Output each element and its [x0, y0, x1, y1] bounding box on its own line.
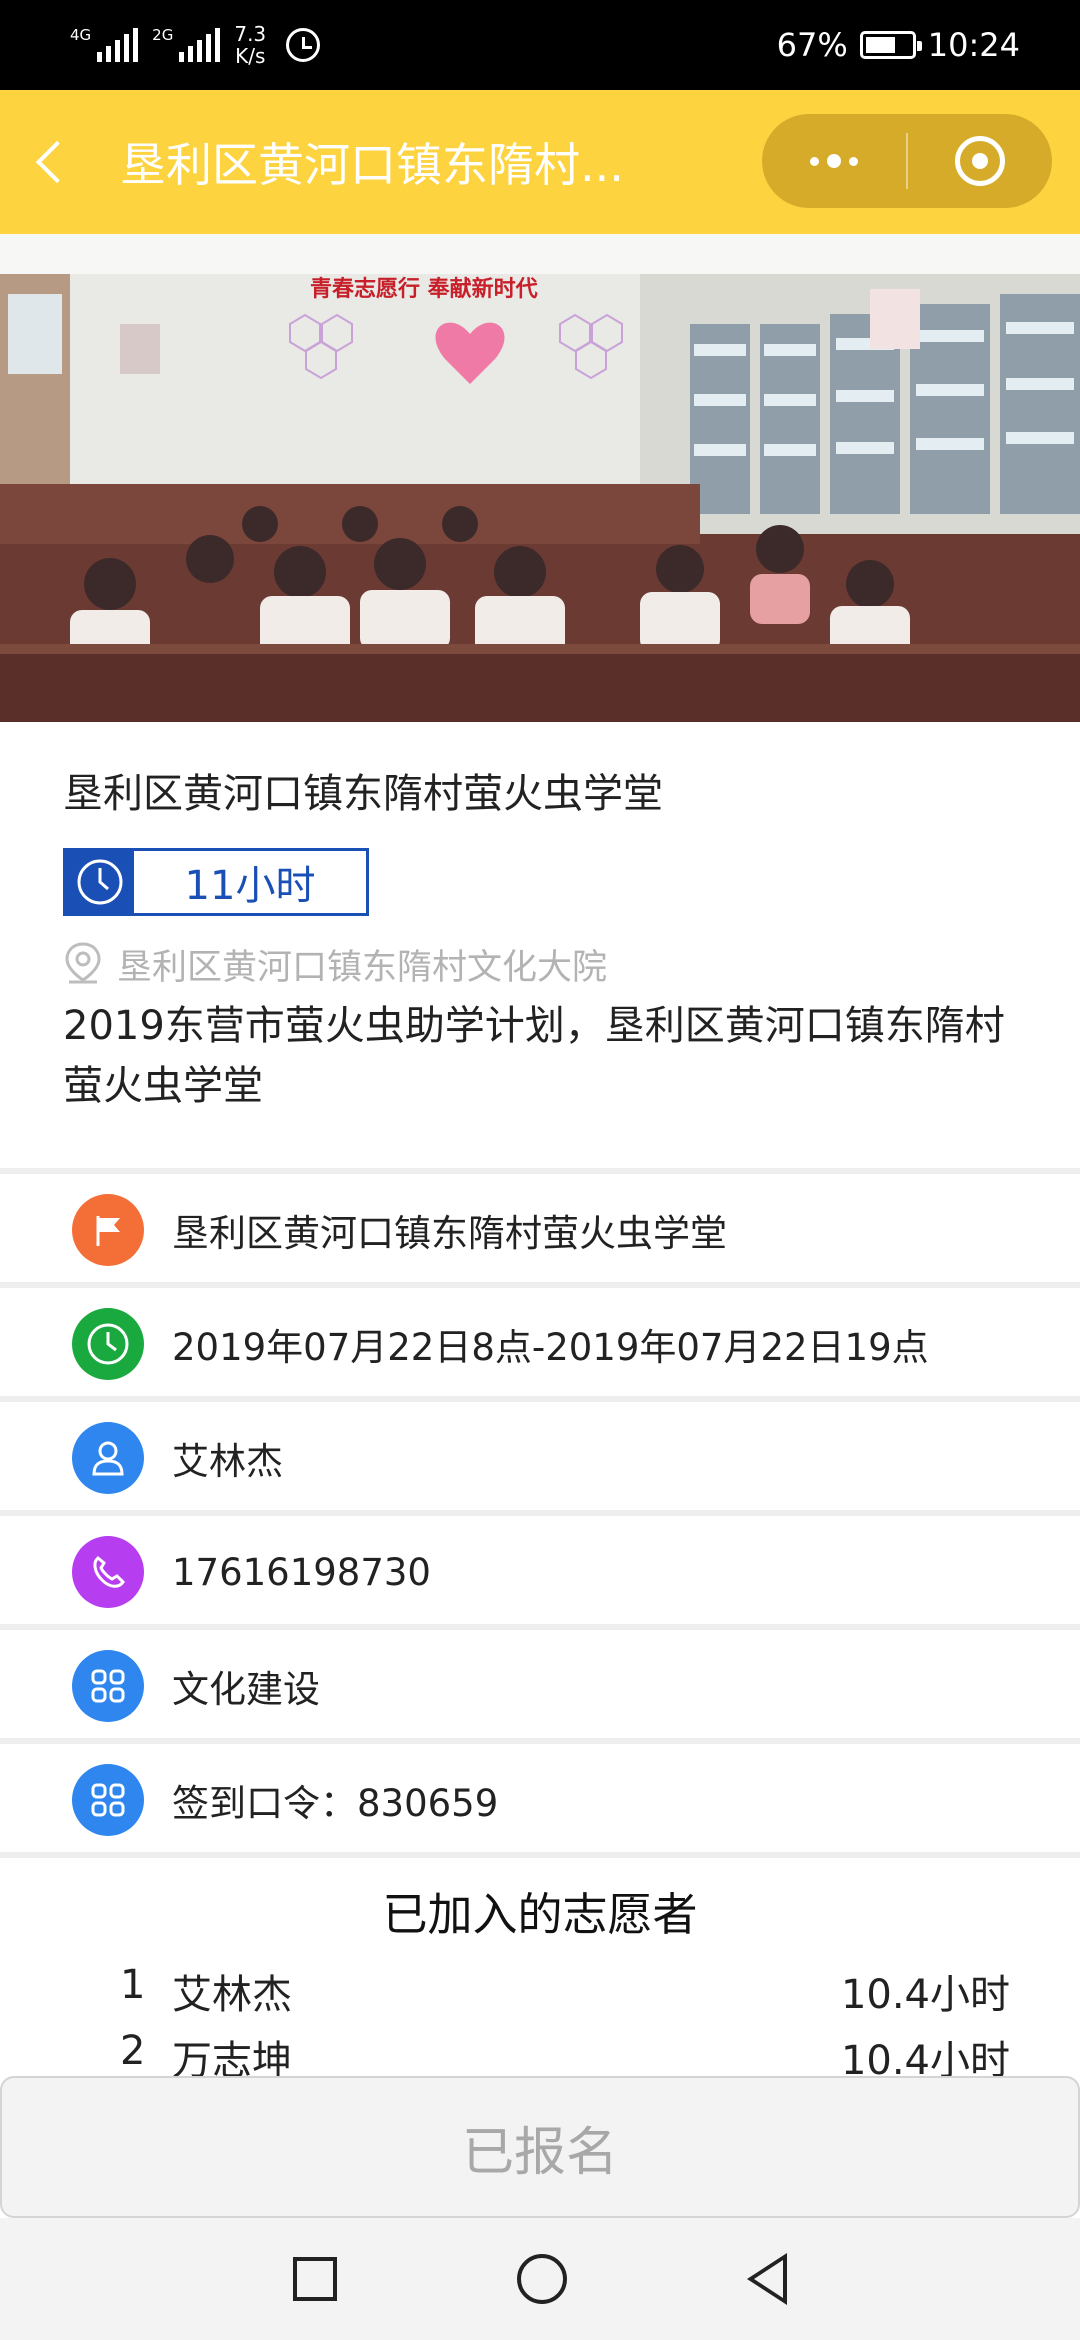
volunteers-title: 已加入的志愿者	[382, 1888, 698, 1941]
detail-text: 2019年07月22日8点-2019年07月22日19点	[172, 1326, 929, 1369]
recent-apps-button[interactable]	[293, 2257, 337, 2301]
service-hours-badge: 11小时	[63, 848, 369, 916]
volunteer-hours: 10.4小时	[840, 1972, 1010, 2018]
location-row: 垦利区黄河口镇东隋村文化大院	[63, 938, 1017, 990]
phone-icon	[72, 1536, 144, 1608]
clock-icon	[66, 850, 134, 914]
more-button[interactable]	[762, 114, 906, 208]
target-circle-icon	[955, 136, 1005, 186]
service-hours: 11小时	[184, 863, 316, 909]
project-title: 垦利区黄河口镇东隋村萤火虫学堂	[63, 771, 663, 817]
divider	[0, 1168, 1080, 1174]
signal-icon: 2G	[152, 26, 221, 62]
network-speed-unit: K/s	[235, 44, 266, 68]
signal-icon: 4G	[70, 26, 139, 62]
classroom-photo-illustration: 青春志愿行 奉献新时代	[0, 234, 1080, 722]
page-title: 垦利区黄河口镇东隋村...	[120, 138, 624, 192]
volunteer-rank: 1	[120, 1962, 146, 2008]
divider	[0, 1510, 1080, 1516]
detail-row-time: 2019年07月22日8点-2019年07月22日19点	[0, 1290, 1080, 1398]
location-pin-icon	[65, 942, 101, 984]
volunteer-name: 艾林杰	[172, 1972, 292, 2018]
divider	[0, 1282, 1080, 1288]
back-triangle-button[interactable]	[747, 2253, 787, 2305]
divider	[0, 1852, 1080, 1858]
alarm-icon	[286, 28, 321, 62]
detail-row-phone[interactable]: 17616198730	[0, 1518, 1080, 1626]
detail-row-organizer: 垦利区黄河口镇东隋村萤火虫学堂	[0, 1176, 1080, 1284]
detail-text: 签到口令：830659	[172, 1782, 499, 1825]
network-type-1: 4G	[70, 26, 92, 44]
list-item: 1 艾林杰 10.4小时	[120, 1962, 1010, 2020]
chevron-left-icon	[35, 140, 79, 184]
wall-slogan: 青春志愿行 奉献新时代	[310, 276, 538, 302]
detail-text: 文化建设	[172, 1668, 320, 1711]
grid-icon	[72, 1764, 144, 1836]
network-type-2: 2G	[152, 26, 174, 44]
close-mini-program-button[interactable]	[908, 114, 1052, 208]
signed-up-button[interactable]: 已报名	[0, 2076, 1080, 2218]
back-button[interactable]	[0, 90, 100, 234]
phone-number[interactable]: 17616198730	[172, 1551, 431, 1594]
activity-photo: 青春志愿行 奉献新时代	[0, 234, 1080, 722]
project-info: 垦利区黄河口镇东隋村萤火虫学堂 11小时 垦利区黄河口镇东隋村文化大院 2019…	[0, 722, 1080, 1116]
detail-row-contact: 艾林杰	[0, 1404, 1080, 1512]
divider	[0, 1624, 1080, 1630]
flag-icon	[72, 1194, 144, 1266]
network-speed: 7.3 K/s	[234, 23, 266, 67]
home-button[interactable]	[517, 2254, 567, 2304]
clock-time: 10:24	[927, 26, 1020, 64]
clock-icon	[72, 1308, 144, 1380]
detail-text: 垦利区黄河口镇东隋村萤火虫学堂	[172, 1212, 727, 1255]
detail-text: 艾林杰	[172, 1440, 283, 1483]
more-dots-icon	[810, 154, 858, 168]
divider	[0, 1738, 1080, 1744]
screen: 4G 2G 7.3 K/s 67% 10:24 垦利区黄河口镇东隋村... 青春…	[0, 0, 1080, 2340]
network-speed-value: 7.3	[234, 22, 267, 46]
navigation-header: 垦利区黄河口镇东隋村...	[0, 90, 1080, 234]
battery-percent: 67%	[776, 26, 848, 64]
grid-icon	[72, 1650, 144, 1722]
status-bar: 4G 2G 7.3 K/s 67% 10:24	[0, 0, 1080, 90]
system-navigation-bar	[0, 2218, 1080, 2340]
mini-program-capsule	[762, 114, 1052, 208]
project-description: 2019东营市萤火虫助学计划，垦利区黄河口镇东隋村萤火虫学堂	[63, 1003, 1005, 1109]
divider	[0, 1396, 1080, 1402]
detail-row-category: 文化建设	[0, 1632, 1080, 1740]
location-text: 垦利区黄河口镇东隋村文化大院	[117, 947, 608, 988]
detail-row-checkin-code: 签到口令：830659	[0, 1746, 1080, 1854]
user-icon	[72, 1422, 144, 1494]
battery-icon	[859, 31, 922, 59]
